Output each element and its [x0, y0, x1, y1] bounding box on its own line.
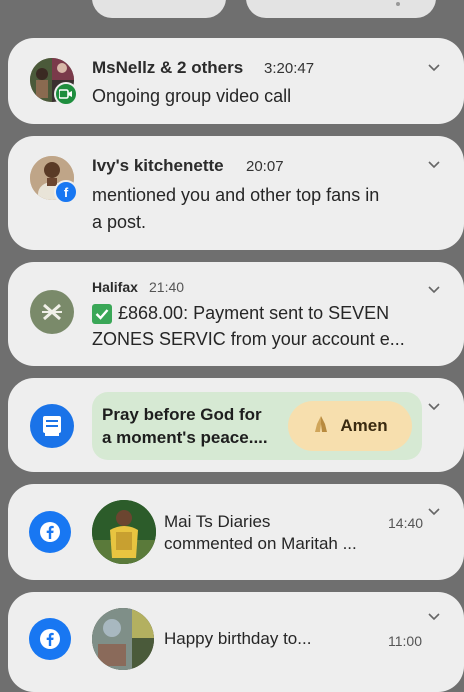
chevron-down-icon[interactable] [427, 158, 441, 172]
notification-body-line-1: mentioned you and other top fans in [92, 185, 380, 205]
halifax-logo-icon [30, 290, 74, 334]
amen-button-label: Amen [340, 416, 388, 435]
prayer-message: Pray before God for a moment's peace.... [102, 403, 282, 449]
notification-bible-prayer[interactable]: Pray before God for a moment's peace....… [8, 378, 464, 472]
notification-body-line-1: £868.00: Payment sent to SEVEN [118, 303, 390, 323]
notification-title: MsNellz & 2 others [92, 58, 244, 77]
check-mark-icon [92, 304, 112, 324]
chevron-down-icon[interactable] [427, 505, 441, 519]
bible-app-icon [30, 404, 74, 448]
notification-halifax-payment[interactable]: Halifax 21:40 £868.00: Payment sent to S… [8, 262, 464, 366]
commenter-avatar [92, 500, 156, 564]
chevron-down-icon[interactable] [427, 400, 441, 414]
notification-title: Mai Ts Diaries [164, 512, 271, 531]
facebook-icon [29, 618, 71, 660]
chevron-down-icon[interactable] [427, 610, 441, 624]
notification-time: 14:40 [388, 515, 424, 531]
prayer-message-line-2: a moment's peace.... [102, 428, 268, 447]
prayer-message-card[interactable]: Pray before God for a moment's peace....… [92, 392, 422, 460]
prayer-message-line-1: Pray before God for [102, 405, 262, 424]
notification-body-line-2: ZONES SERVIC from your account e... [92, 329, 405, 349]
video-call-icon [54, 82, 78, 106]
notification-title: Halifax [92, 279, 138, 295]
quick-settings-tile[interactable] [246, 0, 436, 18]
chevron-down-icon[interactable] [427, 283, 441, 297]
notification-time: 21:40 [149, 279, 185, 295]
facebook-icon [29, 511, 71, 553]
chevron-down-icon[interactable] [427, 61, 441, 75]
notification-body: Ongoing group video call [92, 86, 292, 106]
notification-time: 20:07 [246, 158, 284, 175]
notification-time: 11:00 [388, 633, 422, 649]
amen-button[interactable]: Amen [288, 401, 412, 451]
notification-time: 3:20:47 [264, 60, 315, 77]
facebook-icon: f [54, 180, 78, 204]
birthday-avatar [92, 608, 154, 670]
notification-body: Happy birthday to... [164, 629, 312, 648]
notification-facebook-birthday[interactable]: Happy birthday to... 11:00 [8, 592, 464, 692]
quick-settings-tile[interactable] [92, 0, 226, 18]
notification-body: commented on Maritah ... [164, 534, 357, 553]
notification-body-line-2: a post. [92, 212, 147, 232]
notification-title: Ivy's kitchenette [92, 156, 224, 175]
notification-group-call[interactable]: MsNellz & 2 others 3:20:47 Ongoing group… [8, 38, 464, 124]
notification-shade: MsNellz & 2 others 3:20:47 Ongoing group… [0, 0, 464, 692]
praying-hands-icon [312, 414, 330, 439]
notification-facebook-comment[interactable]: Mai Ts Diaries 14:40 commented on Marita… [8, 484, 464, 580]
notification-facebook-mention[interactable]: f Ivy's kitchenette 20:07 mentioned you … [8, 136, 464, 250]
